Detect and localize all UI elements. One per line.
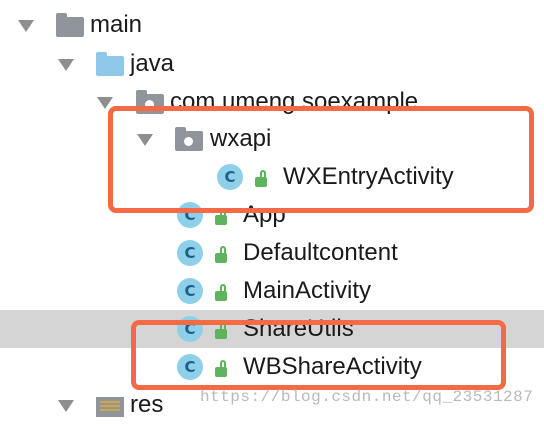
class-icon: C bbox=[177, 240, 203, 266]
tree-label-main: main bbox=[90, 11, 143, 38]
expand-arrow-icon[interactable] bbox=[58, 400, 74, 412]
resource-folder-icon bbox=[96, 397, 124, 417]
tree-label-defaultcontent: Defaultcontent bbox=[243, 239, 398, 266]
highlight-box-wxapi bbox=[108, 106, 534, 213]
lock-icon bbox=[215, 284, 227, 301]
tree-row-main[interactable]: main bbox=[0, 6, 544, 44]
java-source-folder-icon bbox=[96, 52, 124, 76]
lock-icon bbox=[215, 246, 227, 263]
expand-arrow-icon[interactable] bbox=[18, 20, 34, 32]
tree-row-java[interactable]: java bbox=[0, 45, 544, 83]
lock-icon bbox=[215, 208, 227, 225]
tree-label-mainactivity: MainActivity bbox=[243, 277, 372, 304]
tree-label-java: java bbox=[130, 50, 175, 77]
tree-row-defaultcontent[interactable]: C Defaultcontent bbox=[0, 234, 544, 272]
tree-row-mainactivity[interactable]: C MainActivity bbox=[0, 272, 544, 310]
tree-label-res: res bbox=[130, 391, 164, 418]
class-icon: C bbox=[177, 278, 203, 304]
watermark: https://blog.csdn.net/qq_23531287 bbox=[200, 388, 534, 406]
project-tree: main java com.umeng.soexample wxapi C WX… bbox=[0, 0, 544, 420]
folder-icon bbox=[56, 13, 84, 37]
expand-arrow-icon[interactable] bbox=[58, 59, 74, 71]
highlight-box-wbshare bbox=[131, 320, 506, 390]
